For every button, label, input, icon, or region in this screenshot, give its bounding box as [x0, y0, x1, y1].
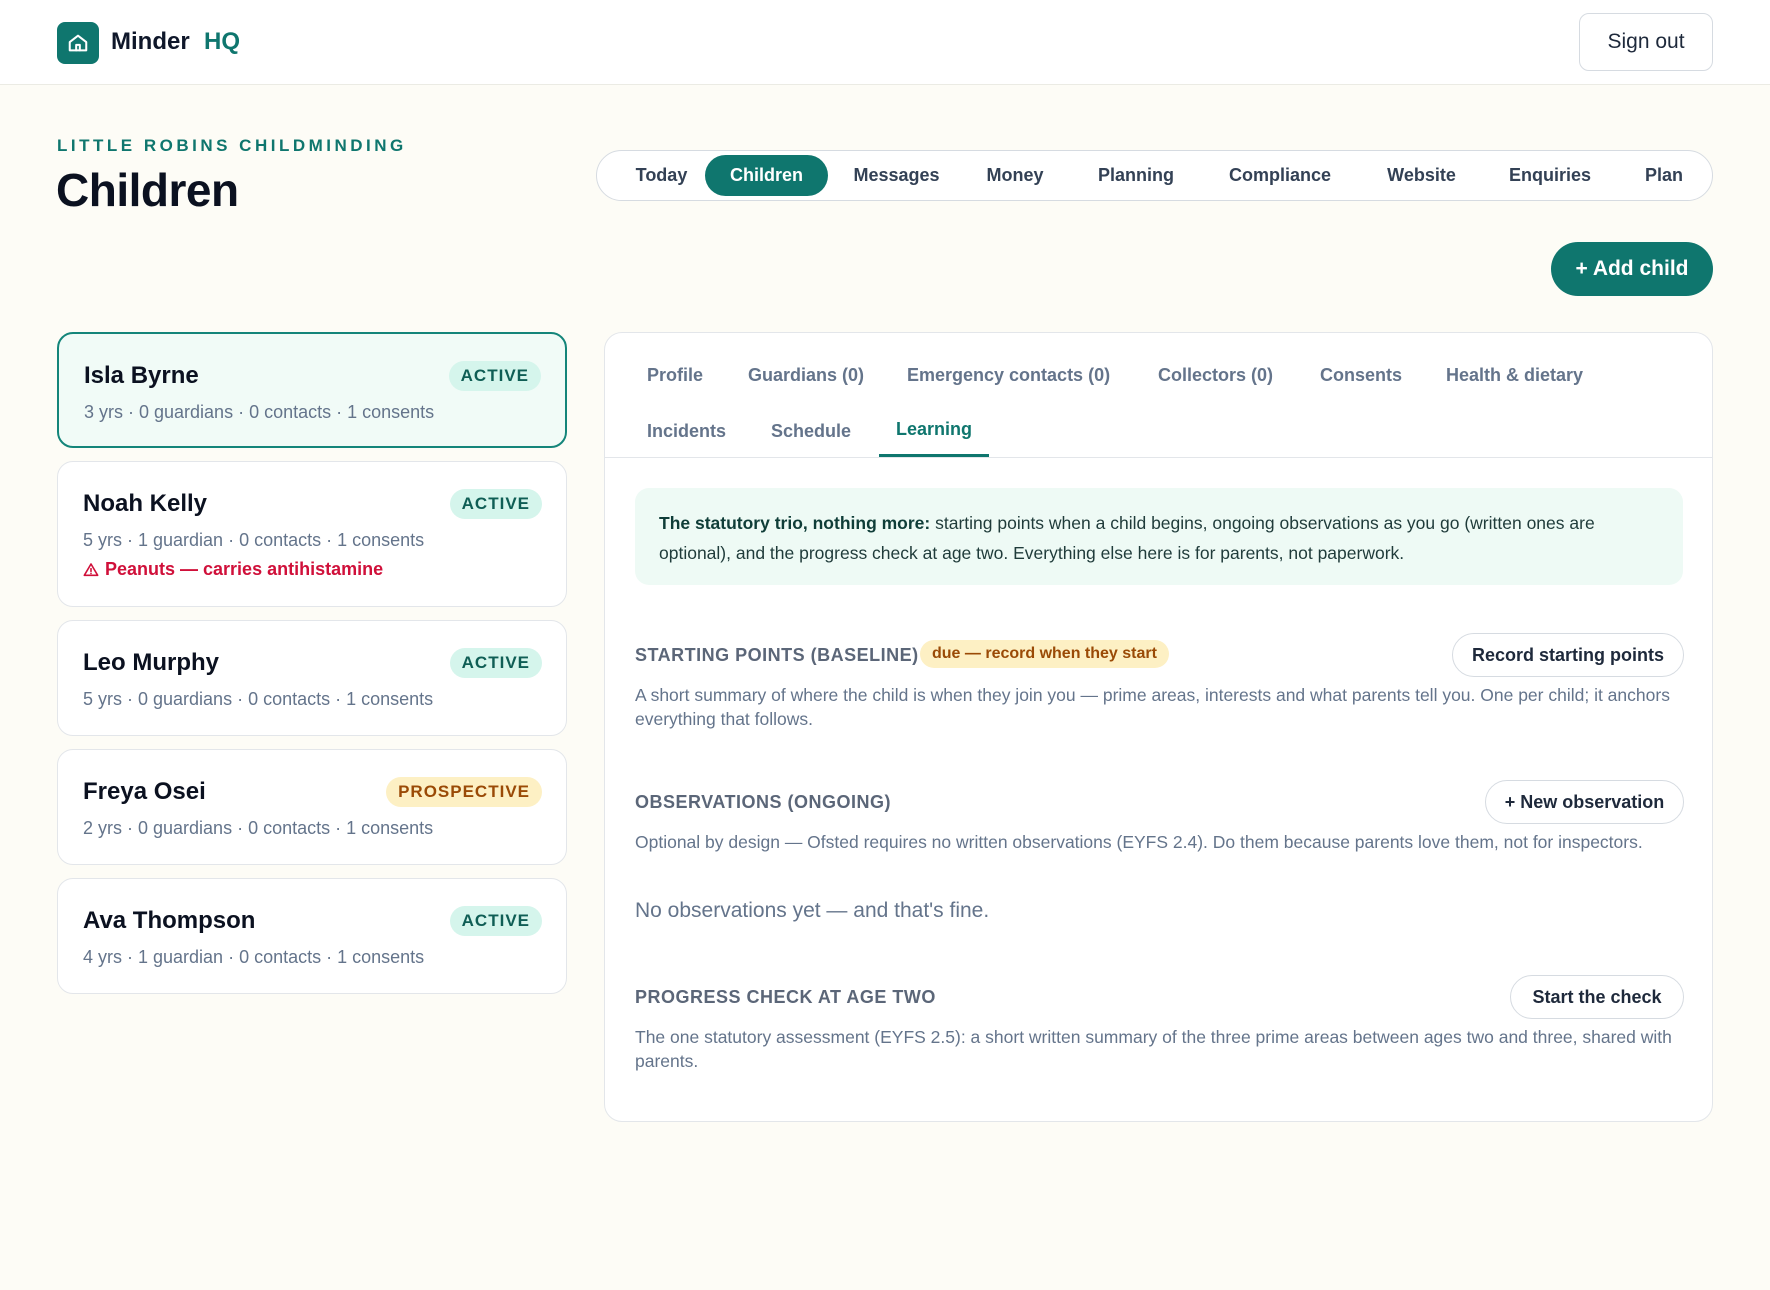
child-card[interactable]: Freya Osei PROSPECTIVE 2 yrs · 0 guardia… [57, 749, 567, 865]
child-meta: 5 yrs · 1 guardian · 0 contacts · 1 cons… [83, 530, 425, 550]
record-starting-points-button[interactable]: Record starting points [1452, 633, 1684, 677]
allergy-alert-text: Peanuts — carries antihistamine [105, 559, 384, 579]
observations-description: Optional by design — Ofsted requires no … [635, 832, 1643, 852]
nav-item-plan[interactable]: Plan [1626, 155, 1702, 196]
nav-item-compliance[interactable]: Compliance [1208, 155, 1352, 196]
child-meta: 2 yrs · 0 guardians · 0 contacts · 1 con… [83, 818, 434, 838]
baseline-description: A short summary of where the child is wh… [635, 685, 1670, 729]
nav-item-money[interactable]: Money [965, 155, 1065, 196]
warning-triangle-icon [83, 562, 99, 576]
due-badge: due — record when they start [920, 640, 1169, 668]
child-detail-panel: Profile Guardians (0) Emergency contacts… [604, 332, 1713, 1122]
status-badge: PROSPECTIVE [386, 777, 542, 807]
nav-item-enquiries[interactable]: Enquiries [1488, 155, 1612, 196]
status-badge: ACTIVE [449, 648, 542, 678]
tab-schedule[interactable]: Schedule [771, 421, 851, 442]
child-meta: 5 yrs · 0 guardians · 0 contacts · 1 con… [83, 689, 434, 709]
app-logo-name: Minder [111, 28, 190, 55]
child-name: Leo Murphy [83, 649, 219, 676]
add-child-button[interactable]: + Add child [1551, 242, 1713, 296]
child-card[interactable]: Leo Murphy ACTIVE 5 yrs · 0 guardians · … [57, 620, 567, 736]
child-card[interactable]: Noah Kelly ACTIVE 5 yrs · 1 guardian · 0… [57, 461, 567, 607]
business-name: LITTLE ROBINS CHILDMINDING [57, 136, 407, 155]
progress-check-description: The one statutory assessment (EYFS 2.5):… [635, 1027, 1672, 1071]
tabs-divider [605, 457, 1712, 458]
tab-consents[interactable]: Consents [1320, 365, 1402, 386]
child-name: Ava Thompson [83, 907, 256, 934]
child-card[interactable]: Isla Byrne ACTIVE 3 yrs · 0 guardians · … [57, 332, 567, 448]
tab-collectors[interactable]: Collectors (0) [1158, 365, 1273, 386]
allergy-alert: Peanuts — carries antihistamine [83, 559, 383, 580]
nav-item-messages[interactable]: Messages [833, 155, 960, 196]
progress-check-section-title: PROGRESS CHECK AT AGE TWO [635, 987, 936, 1007]
main-nav: Today Children Messages Money Planning C… [596, 150, 1713, 201]
baseline-section-title: STARTING POINTS (BASELINE) [635, 645, 919, 665]
tab-profile[interactable]: Profile [647, 365, 703, 386]
tab-health-dietary[interactable]: Health & dietary [1446, 365, 1583, 386]
child-meta: 4 yrs · 1 guardian · 0 contacts · 1 cons… [83, 947, 425, 967]
child-name: Freya Osei [83, 778, 206, 805]
page-title: Children [56, 164, 239, 216]
tab-guardians[interactable]: Guardians (0) [748, 365, 864, 386]
new-observation-button[interactable]: + New observation [1485, 780, 1684, 824]
app-logo-suffix: HQ [204, 28, 240, 55]
nav-item-today[interactable]: Today [607, 155, 716, 196]
sign-out-button[interactable]: Sign out [1579, 13, 1713, 71]
child-name: Noah Kelly [83, 490, 208, 517]
nav-item-children[interactable]: Children [705, 155, 828, 196]
status-badge: ACTIVE [449, 906, 542, 936]
nav-item-website[interactable]: Website [1369, 155, 1474, 196]
tab-emergency-contacts[interactable]: Emergency contacts (0) [907, 365, 1110, 386]
nav-item-planning[interactable]: Planning [1077, 155, 1195, 196]
statutory-note: The statutory trio, nothing more: starti… [635, 488, 1683, 585]
child-meta: 3 yrs · 0 guardians · 0 contacts · 1 con… [84, 402, 435, 422]
tab-learning[interactable]: Learning [896, 419, 972, 440]
observations-section-title: OBSERVATIONS (ONGOING) [635, 792, 892, 812]
status-badge: ACTIVE [449, 489, 542, 519]
start-check-button[interactable]: Start the check [1510, 975, 1684, 1019]
home-icon[interactable] [57, 22, 99, 64]
child-card[interactable]: Ava Thompson ACTIVE 4 yrs · 1 guardian ·… [57, 878, 567, 994]
status-badge: ACTIVE [448, 361, 541, 391]
note-lead: The statutory trio, nothing more: [659, 513, 931, 533]
observations-empty-state: No observations yet — and that's fine. [635, 899, 990, 922]
tab-incidents[interactable]: Incidents [647, 421, 726, 442]
top-bar: Minder HQ Sign out [0, 0, 1770, 85]
child-name: Isla Byrne [84, 362, 199, 389]
